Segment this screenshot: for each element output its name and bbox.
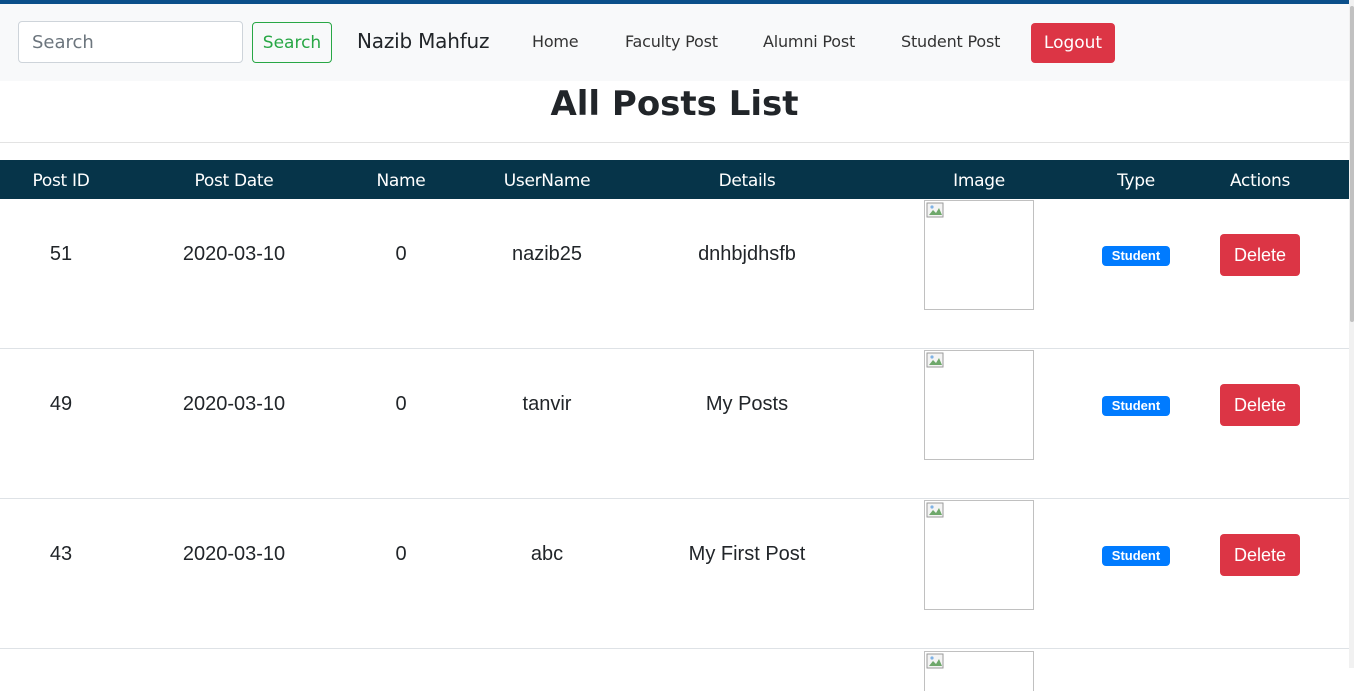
name-cell: 0 (395, 393, 407, 415)
column-header-details: Details (718, 171, 776, 191)
nav-link-student-post[interactable]: Student Post (901, 32, 1000, 51)
broken-image-icon (926, 653, 944, 669)
search-button[interactable]: Search (252, 22, 332, 63)
column-header-post-id: Post ID (32, 171, 90, 191)
type-badge: Student (1102, 396, 1170, 416)
name-cell: 0 (395, 543, 407, 565)
type-badge: Student (1102, 546, 1170, 566)
brand-name[interactable]: Nazib Mahfuz (357, 29, 490, 53)
details-cell: My Posts (705, 393, 789, 415)
scrollbar-thumb[interactable] (1350, 6, 1354, 322)
logout-button[interactable]: Logout (1031, 23, 1115, 63)
details-cell: dnhbjdhsfb (698, 243, 796, 265)
table-row: 51 2020-03-10 0 nazib25 dnhbjdhsfb Stude… (0, 199, 1349, 349)
type-badge: Student (1102, 246, 1170, 266)
broken-image-icon (926, 352, 944, 368)
post-id-cell: 49 (49, 393, 73, 415)
delete-button[interactable]: Delete (1220, 534, 1300, 576)
divider (0, 142, 1349, 143)
details-cell: My First Post (688, 543, 806, 565)
table-row: 49 2020-03-10 0 tanvir My Posts Student … (0, 349, 1349, 499)
post-image (924, 350, 1034, 460)
nav-link-faculty-post[interactable]: Faculty Post (625, 32, 718, 51)
post-id-cell: 51 (49, 243, 73, 265)
column-header-username: UserName (503, 171, 591, 191)
delete-button[interactable]: Delete (1220, 234, 1300, 276)
delete-button[interactable]: Delete (1220, 384, 1300, 426)
nav-link-home[interactable]: Home (532, 32, 579, 51)
post-image (924, 200, 1034, 310)
table-row (0, 631, 1349, 691)
username-cell: nazib25 (511, 243, 583, 265)
table-header: Post ID Post Date Name UserName Details … (0, 160, 1349, 199)
post-date-cell: 2020-03-10 (182, 243, 286, 265)
column-header-post-date: Post Date (194, 171, 274, 191)
username-cell: tanvir (522, 393, 572, 415)
column-header-actions: Actions (1230, 171, 1290, 191)
page-title: All Posts List (550, 84, 799, 124)
navbar: Search Nazib Mahfuz Home Faculty Post Al… (0, 4, 1354, 81)
post-date-cell: 2020-03-10 (182, 393, 286, 415)
search-input[interactable] (18, 21, 243, 63)
column-header-type: Type (1117, 171, 1155, 191)
username-cell: abc (530, 543, 564, 565)
post-image (924, 651, 1034, 691)
post-date-cell: 2020-03-10 (182, 543, 286, 565)
name-cell: 0 (395, 243, 407, 265)
column-header-name: Name (376, 171, 426, 191)
table-row: 43 2020-03-10 0 abc My First Post Studen… (0, 499, 1349, 649)
post-image (924, 500, 1034, 610)
broken-image-icon (926, 502, 944, 518)
post-id-cell: 43 (49, 543, 73, 565)
nav-link-alumni-post[interactable]: Alumni Post (763, 32, 855, 51)
column-header-image: Image (953, 171, 1005, 191)
broken-image-icon (926, 202, 944, 218)
